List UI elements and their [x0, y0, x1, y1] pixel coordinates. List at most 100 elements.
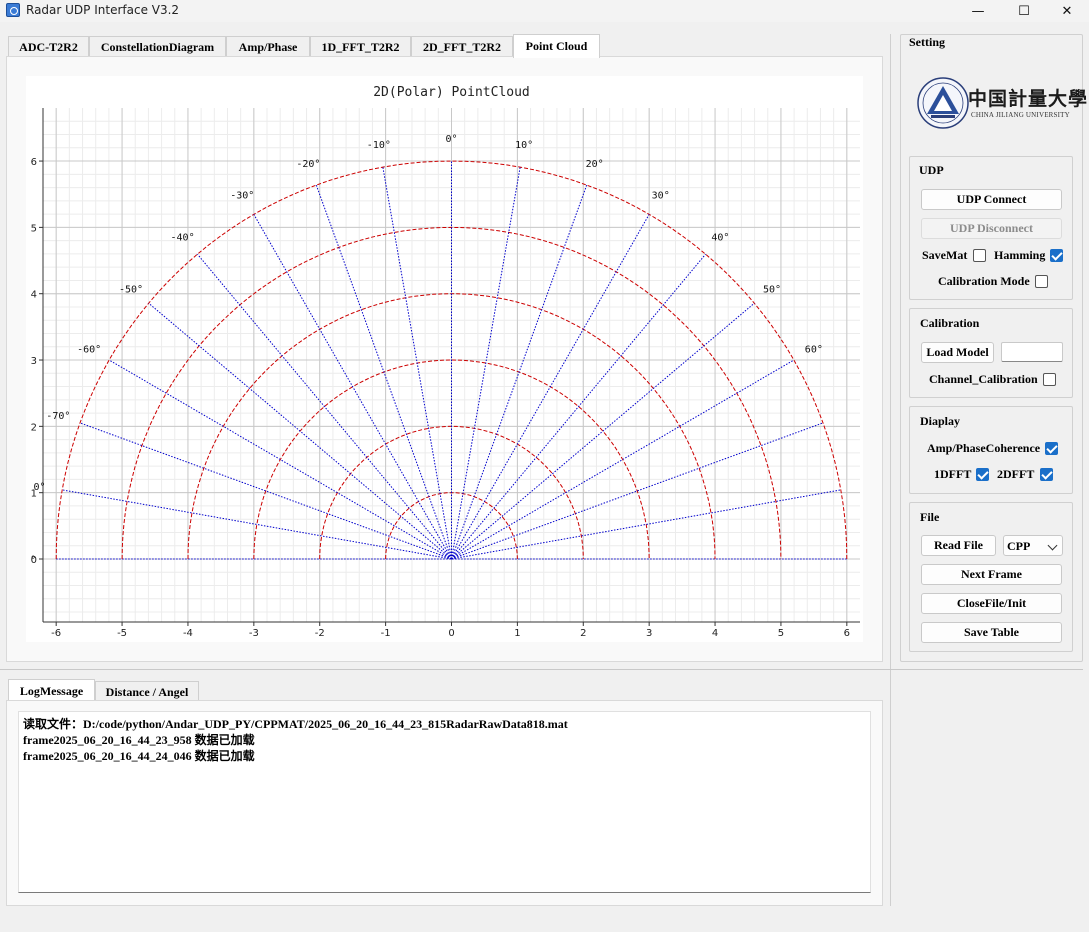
x-tick-label: -6 — [51, 628, 61, 639]
tab-label: Point Cloud — [525, 39, 588, 53]
splitter-handle[interactable] — [890, 34, 891, 906]
angle-line — [382, 167, 452, 560]
angle-line — [315, 184, 452, 560]
x-tick-label: -5 — [117, 628, 127, 639]
calibration-group-title: Calibration — [918, 316, 982, 331]
angle-line — [62, 489, 452, 560]
angle-label: ° — [30, 555, 36, 566]
title-bar: Radar UDP Interface V3.2 — ☐ ✕ — [0, 0, 1089, 22]
read-file-button[interactable]: Read File — [921, 535, 996, 556]
tab-label: Distance / Angel — [105, 685, 189, 699]
x-tick-label: -1 — [381, 628, 391, 639]
x-tick-label: -4 — [183, 628, 193, 639]
calibration-mode-label: Calibration Mode — [938, 274, 1030, 288]
x-tick-label: 2 — [580, 628, 586, 639]
angle-line — [451, 184, 588, 560]
angle-label: -60° — [77, 344, 101, 355]
button-label: UDP Connect — [956, 192, 1027, 206]
polar-pointcloud-chart[interactable]: 2D(Polar) PointCloud-6 -5 -4 -3 -2 -1 0 1 2 3 4 5 60… — [26, 76, 863, 642]
save-table-button[interactable]: Save Table — [921, 622, 1062, 643]
udp-connect-button[interactable]: UDP Connect — [921, 189, 1062, 210]
tab-label: LogMessage — [19, 684, 84, 698]
channel-calibration-label: Channel_Calibration — [929, 372, 1038, 386]
x-tick-label: 4 — [712, 628, 718, 639]
savemat-checkbox[interactable] — [973, 249, 986, 262]
tab-label: Amp/Phase — [238, 40, 298, 54]
angle-label: 30° — [652, 190, 670, 201]
tab-amp-phase[interactable]: Amp/Phase — [226, 36, 310, 58]
angle-label: -40° — [171, 232, 195, 243]
display-group-title: Diaplay — [918, 414, 963, 429]
angle-label: 50° — [763, 284, 781, 295]
tab-1d-fft[interactable]: 1D_FFT_T2R2 — [310, 36, 411, 58]
tab-adc-t2r2[interactable]: ADC-T2R2 — [8, 36, 89, 58]
amp-phase-coherence-checkbox[interactable] — [1045, 442, 1058, 455]
close-button[interactable]: ✕ — [1044, 0, 1089, 22]
angle-line — [451, 167, 521, 560]
y-tick-label: 2 — [31, 422, 37, 433]
x-tick-label: -3 — [249, 628, 259, 639]
logo-english-text: CHINA JILIANG UNIVERSITY — [971, 111, 1070, 119]
fft1d-checkbox[interactable] — [976, 468, 989, 481]
file-format-value: CPP — [1007, 539, 1031, 553]
angle-label: 10° — [515, 140, 533, 151]
angle-label: -10° — [367, 140, 391, 151]
angle-label: 40° — [711, 232, 729, 243]
angle-label: -20° — [296, 159, 320, 170]
model-path-input[interactable] — [1001, 342, 1063, 362]
calibration-mode-checkbox[interactable] — [1035, 275, 1048, 288]
radar-app-icon — [6, 3, 20, 17]
button-label: Read File — [934, 538, 983, 552]
x-tick-label: 5 — [778, 628, 784, 639]
x-tick-label: 0 — [448, 628, 454, 639]
button-label: Next Frame — [961, 567, 1022, 581]
maximize-button[interactable]: ☐ — [1001, 0, 1047, 22]
fft1d-label: 1DFFT — [934, 467, 972, 481]
log-line: frame2025_06_20_16_44_23_958 数据已加载 — [23, 733, 255, 747]
angle-label: -70° — [46, 411, 70, 422]
tab-label: ConstellationDiagram — [100, 40, 215, 54]
chart-title: 2D(Polar) PointCloud — [373, 85, 530, 100]
x-tick-label: 1 — [514, 628, 520, 639]
close-file-init-button[interactable]: CloseFile/Init — [921, 593, 1062, 614]
x-tick-label: 3 — [646, 628, 652, 639]
load-model-button[interactable]: Load Model — [921, 342, 994, 363]
fft2d-label: 2DFFT — [997, 467, 1035, 481]
button-label: Load Model — [926, 345, 989, 359]
angle-label: 0° — [33, 482, 45, 493]
y-tick-label: 5 — [31, 223, 37, 234]
savemat-label: SaveMat — [922, 248, 968, 262]
tab-label: 2D_FFT_T2R2 — [423, 40, 501, 54]
y-tick-label: 4 — [31, 290, 37, 301]
amp-phase-coherence-label: Amp/PhaseCoherence — [927, 441, 1041, 455]
udp-disconnect-button[interactable]: UDP Disconnect — [921, 218, 1062, 239]
file-group-title: File — [918, 510, 942, 525]
logo-chinese-text: 中国計量大學 — [968, 88, 1089, 110]
tab-constellation-diagram[interactable]: ConstellationDiagram — [89, 36, 226, 58]
horizontal-splitter[interactable] — [0, 669, 1083, 670]
hamming-label: Hamming — [994, 248, 1046, 262]
button-label: CloseFile/Init — [956, 596, 1027, 610]
next-frame-button[interactable]: Next Frame — [921, 564, 1062, 585]
angle-label: 0° — [445, 134, 457, 145]
window-title: Radar UDP Interface V3.2 — [26, 3, 180, 17]
tab-2d-fft[interactable]: 2D_FFT_T2R2 — [411, 36, 513, 58]
fft2d-checkbox[interactable] — [1040, 468, 1053, 481]
tab-point-cloud[interactable]: Point Cloud — [513, 34, 600, 58]
minimize-button[interactable]: — — [955, 0, 1001, 22]
tab-label: 1D_FFT_T2R2 — [321, 40, 400, 54]
x-tick-label: -2 — [315, 628, 325, 639]
log-text-area[interactable]: 读取文件：D:/code/python/Andar_UDP_PY/CPPMAT/… — [18, 711, 871, 893]
tab-label: ADC-T2R2 — [19, 40, 78, 54]
y-tick-label: 6 — [31, 157, 37, 168]
hamming-checkbox[interactable] — [1050, 249, 1063, 262]
angle-label: 60° — [805, 344, 823, 355]
button-label: UDP Disconnect — [950, 221, 1033, 235]
y-tick-label: 3 — [31, 356, 37, 367]
log-line: 读取文件：D:/code/python/Andar_UDP_PY/CPPMAT/… — [23, 717, 568, 731]
file-format-select[interactable]: CPP — [1003, 535, 1063, 556]
button-label: Save Table — [963, 625, 1020, 639]
settings-title: Setting — [907, 35, 947, 50]
angle-label: -30° — [230, 190, 254, 201]
channel-calibration-checkbox[interactable] — [1043, 373, 1056, 386]
